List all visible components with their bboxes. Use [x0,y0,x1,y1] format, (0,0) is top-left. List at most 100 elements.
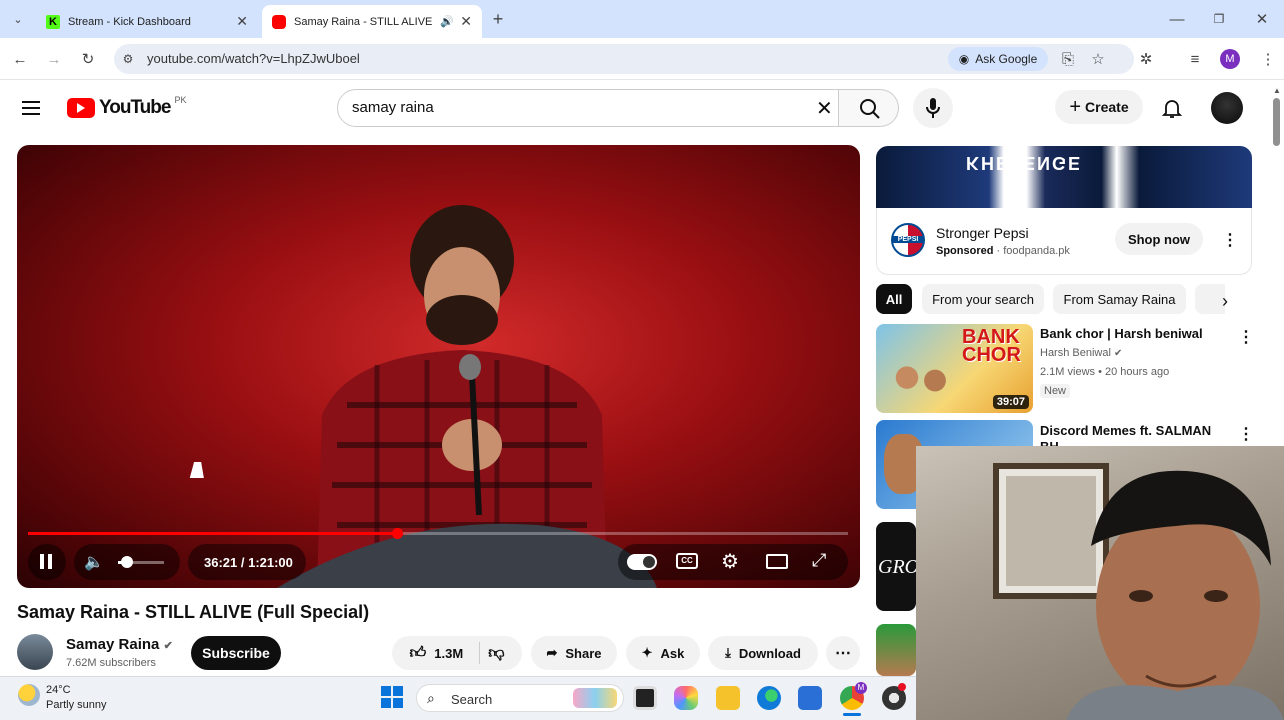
profile-avatar[interactable]: M [1220,49,1240,69]
ask-google-button[interactable]: ◉ Ask Google [948,47,1048,71]
captions-icon[interactable]: CC [676,553,698,569]
voice-search-button[interactable] [913,88,953,128]
reload-icon[interactable]: ↻ [76,47,100,71]
page-scrollbar-thumb[interactable] [1273,98,1280,146]
hamburger-menu-icon[interactable] [22,96,46,120]
url-text[interactable]: youtube.com/watch?v=LhpZJwUboel [147,51,360,66]
chip-overflow [1195,284,1225,314]
tab-kick-dashboard[interactable]: K Stream - Kick Dashboard ✕ [36,5,258,38]
clear-search-icon[interactable]: ✕ [816,96,833,121]
rec-thumbnail[interactable]: BANK CHOR 39:07 [876,324,1033,413]
audio-playing-icon[interactable]: 🔊 [440,15,454,28]
video-player[interactable] [17,145,860,588]
rec-more-icon[interactable]: ⋮ [1238,424,1254,444]
theater-mode-icon[interactable] [766,554,788,569]
channel-avatar[interactable] [17,634,53,670]
rec-channel-name: Harsh Beniwal [1040,347,1111,359]
shop-now-button[interactable]: Shop now [1115,223,1203,255]
pepsi-logo-text: PEPSI [893,236,923,243]
create-button[interactable]: + Create [1055,90,1143,124]
plus-icon: + [1069,95,1082,118]
download-icon: ⤓ [725,645,731,660]
pause-icon[interactable] [40,554,52,569]
fullscreen-icon[interactable]: ⤢ [812,550,826,571]
search-query-text[interactable]: samay raina [352,99,434,116]
ask-button[interactable]: ✦ Ask [626,636,700,670]
thumbs-down-icon[interactable]: 👎︎ [488,644,504,663]
channel-name-text: Samay Raina [66,636,160,653]
scroll-up-arrow-icon[interactable]: ▲ [1273,86,1281,95]
channel-name[interactable]: Samay Raina ✔ [66,636,173,653]
volume-slider-handle[interactable] [121,556,133,568]
site-settings-icon[interactable]: ⚙ [116,47,140,71]
copilot-icon[interactable] [674,686,698,710]
rec-title[interactable]: Bank chor | Harsh beniwal [1040,326,1230,341]
back-arrow-icon[interactable]: ← [8,47,32,71]
download-button[interactable]: ⤓ Download [708,636,818,670]
rec-channel[interactable]: Harsh Beniwal ✔ [1040,347,1122,359]
ad-banner-image[interactable]: KHELENGE [876,146,1252,208]
close-tab-icon[interactable]: ✕ [236,13,248,30]
microsoft-store-icon[interactable] [798,686,822,710]
share-button[interactable]: ➦ Share [531,636,617,670]
browser-menu-icon[interactable]: ⋮ [1256,47,1280,71]
ad-meta: Sponsored · foodpanda.pk [936,245,1070,257]
rec-thumbnail[interactable]: GRO [876,522,916,611]
weather-sun-cloud-icon[interactable] [18,684,40,706]
close-tab-icon[interactable]: ✕ [460,13,472,30]
edge-browser-icon[interactable] [757,686,781,710]
chip-all[interactable]: All [876,284,912,314]
weather-widget[interactable]: 24°C Partly sunny [46,683,107,713]
more-actions-icon[interactable]: ⋯ [826,636,860,670]
close-window-icon[interactable]: ✕ [1250,7,1274,31]
chip-from-samay-raina[interactable]: From Samay Raina [1053,284,1186,314]
media-controls-icon[interactable]: ≡ [1183,47,1207,71]
install-app-icon[interactable]: ⎘ [1056,47,1080,71]
region-code: PK [174,95,187,105]
extensions-icon[interactable]: ✲ [1134,47,1158,71]
tab-search-chevron-icon[interactable]: ⌄ [6,7,30,31]
tab-title: Stream - Kick Dashboard [68,15,191,28]
lens-icon: ◉ [958,52,970,66]
account-avatar[interactable] [1211,92,1243,124]
subscribe-button[interactable]: Subscribe [191,636,281,670]
rec-thumbnail[interactable] [876,624,916,676]
task-view-icon[interactable] [633,686,657,710]
rec-title[interactable]: Discord Memes ft. SALMAN [1040,423,1230,438]
windows-start-icon[interactable] [381,686,403,708]
volume-icon[interactable]: 🔈 [84,552,104,572]
thumbs-up-icon[interactable]: 👍︎ [410,644,427,663]
minimize-window-icon[interactable]: — [1165,7,1189,31]
notifications-bell-icon[interactable] [1160,96,1184,125]
bookmark-star-icon[interactable]: ☆ [1086,47,1110,71]
pepsi-logo: PEPSI [891,223,925,257]
scrubber-handle[interactable] [392,528,403,539]
sparkle-icon: ✦ [641,645,653,660]
create-label: Create [1085,99,1129,115]
webcam-overlay [916,446,1284,720]
duration-badge: 39:07 [992,395,1029,409]
new-tab-icon[interactable]: + [486,7,510,31]
subscriber-count: 7.62M subscribers [66,657,156,669]
like-count[interactable]: 1.3M [434,646,463,661]
autoplay-toggle[interactable] [627,554,657,570]
chrome-profile-badge: M [855,682,867,694]
notification-dot [898,683,906,691]
chip-from-your-search[interactable]: From your search [922,284,1044,314]
restore-window-icon[interactable]: ❐ [1207,7,1231,31]
taskbar-search-box[interactable]: ⌕ Search [416,684,624,712]
share-arrow-icon: ➦ [546,645,558,660]
youtube-logo[interactable]: YouTube PK [67,95,187,119]
search-button[interactable] [839,89,899,127]
tab-youtube-video[interactable]: Samay Raina - STILL ALIVE ( 🔊 ✕ [262,5,482,38]
file-explorer-icon[interactable] [716,686,740,710]
search-highlight-image [573,688,617,708]
forward-arrow-icon[interactable]: → [42,47,66,71]
chevron-right-icon[interactable]: › [1222,291,1228,312]
new-badge: New [1040,384,1071,398]
settings-gear-icon[interactable]: ⚙ [721,549,739,574]
ad-more-icon[interactable]: ⋮ [1222,230,1238,250]
rec-more-icon[interactable]: ⋮ [1238,327,1254,347]
ad-title[interactable]: Stronger Pepsi [936,225,1029,241]
like-dislike-group: 👍︎ 1.3M 👎︎ [392,636,522,670]
